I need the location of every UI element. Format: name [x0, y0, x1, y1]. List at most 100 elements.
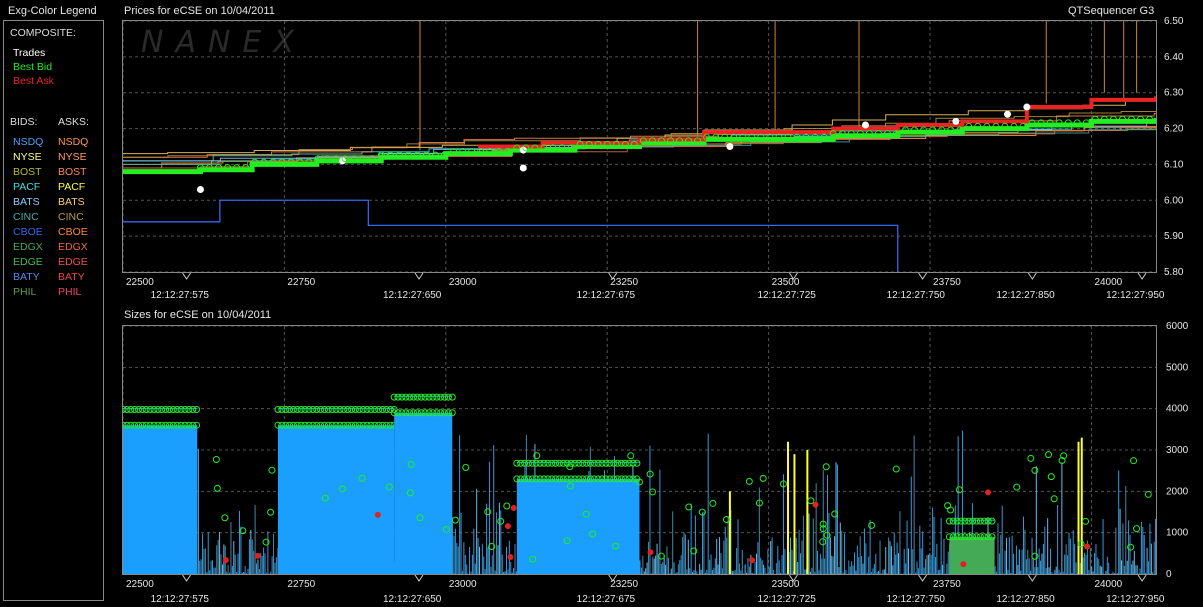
legend-composite-best-ask: Best Ask — [13, 75, 54, 87]
size-marker — [1144, 490, 1152, 498]
size-marker — [745, 477, 753, 485]
time-marker — [1137, 574, 1147, 582]
app-name: QTSequencer G3 — [1068, 5, 1155, 17]
price-time-label: 12:12:27:850 — [996, 290, 1055, 301]
size-chart-panel — [122, 325, 1157, 575]
ask-size-marker — [749, 557, 756, 564]
time-marker — [608, 574, 618, 582]
size-marker — [657, 552, 665, 560]
time-marker — [182, 272, 191, 280]
size-marker — [212, 456, 220, 464]
size-marker — [1082, 517, 1090, 525]
size-marker — [822, 463, 830, 471]
size-x-tick: 24000 — [1094, 579, 1122, 590]
size-block — [277, 425, 395, 574]
legend-ask-edgx: EDGX — [58, 241, 88, 253]
legend-ask-bats: BATS — [58, 196, 85, 208]
ask-size-marker — [507, 554, 514, 561]
price-y-tick: 6.50 — [1164, 16, 1184, 27]
size-marker — [503, 502, 511, 510]
size-marker — [462, 464, 470, 472]
size-time-label: 12:12:27:950 — [1106, 594, 1165, 605]
time-marker — [918, 574, 927, 582]
size-marker — [221, 514, 229, 522]
legend-bid-baty: BATY — [13, 271, 40, 283]
size-x-tick: 22500 — [126, 579, 154, 590]
size-marker — [1031, 552, 1039, 560]
price-x-tick: 23500 — [772, 277, 800, 288]
size-marker — [627, 452, 635, 460]
price-y-tick: 6.30 — [1164, 88, 1184, 99]
legend-bid-pacf: PACF — [13, 181, 41, 193]
trade-point — [1023, 103, 1031, 111]
trade-point — [952, 117, 960, 125]
ask-size-marker — [960, 561, 967, 568]
trade-point — [1004, 110, 1012, 118]
size-x-tick: 23250 — [610, 579, 638, 590]
ask-size-marker — [504, 523, 511, 530]
trade-point — [861, 121, 869, 129]
price-x-tick: 23000 — [449, 277, 477, 288]
size-marker — [947, 506, 955, 514]
size-y-tick: 1000 — [1166, 528, 1189, 539]
bids-label: BIDS: — [10, 116, 38, 128]
size-marker — [267, 508, 275, 516]
composite-label: COMPOSITE: — [10, 27, 76, 39]
size-x-tick: 23750 — [933, 579, 961, 590]
legend-bid-phil: PHIL — [13, 286, 37, 298]
price-time-label: 12:12:27:725 — [757, 290, 816, 301]
ask-size-marker — [647, 549, 654, 556]
price-time-label: 12:12:27:950 — [1106, 290, 1165, 301]
ask-size-marker — [510, 505, 517, 512]
size-marker — [819, 538, 827, 546]
legend-composite-best-bid: Best Bid — [13, 61, 53, 73]
size-time-label: 12:12:27:850 — [996, 594, 1055, 605]
price-chart-panel: NANEX — [122, 20, 1157, 273]
best-bid-size-marker — [633, 459, 641, 467]
size-marker — [1047, 473, 1055, 481]
best-bid-size-marker — [193, 405, 201, 413]
legend-bid-cinc: CINC — [13, 211, 39, 223]
size-x-tick: 23000 — [449, 579, 477, 590]
size-y-tick: 6000 — [1166, 321, 1189, 332]
price-time-label: 12:12:27:650 — [383, 290, 442, 301]
sizes-chart-title: Sizes for eCSE on 10/04/2011 — [124, 309, 272, 321]
size-chart — [123, 326, 1156, 574]
size-block — [123, 425, 198, 574]
size-marker — [831, 510, 839, 518]
ask-size-marker — [985, 489, 992, 496]
ask-size-marker — [222, 557, 229, 564]
time-marker — [608, 272, 618, 280]
size-marker — [868, 521, 876, 529]
trade-point — [519, 164, 527, 172]
size-marker — [1027, 454, 1035, 462]
price-y-tick: 6.20 — [1164, 124, 1184, 135]
legend-bid-nyse: NYSE — [13, 151, 42, 163]
size-marker — [1050, 495, 1058, 503]
legend-ask-nsdq: NSDQ — [58, 136, 89, 148]
time-marker — [414, 574, 424, 582]
time-marker — [1027, 272, 1037, 280]
time-marker — [918, 272, 927, 280]
time-marker — [789, 574, 798, 582]
price-y-tick: 5.80 — [1164, 267, 1184, 278]
trade-point — [196, 186, 204, 194]
legend-bid-bats: BATS — [13, 196, 40, 208]
time-marker — [789, 272, 798, 280]
size-y-tick: 4000 — [1166, 404, 1189, 415]
size-time-label: 12:12:27:675 — [577, 594, 636, 605]
size-marker — [1013, 483, 1021, 491]
size-marker — [759, 474, 767, 482]
price-y-tick: 5.90 — [1164, 231, 1184, 242]
size-time-label: 12:12:27:650 — [383, 594, 442, 605]
size-x-tick: 22750 — [287, 579, 315, 590]
size-y-tick: 2000 — [1166, 486, 1189, 497]
price-y-tick: 6.10 — [1164, 159, 1184, 170]
price-x-tick: 22750 — [287, 277, 315, 288]
legend-ask-baty: BATY — [58, 271, 85, 283]
size-time-label: 12:12:27:725 — [757, 594, 816, 605]
size-block — [394, 412, 453, 574]
size-marker — [1045, 451, 1053, 459]
size-marker — [1133, 525, 1141, 533]
size-block — [949, 536, 995, 574]
